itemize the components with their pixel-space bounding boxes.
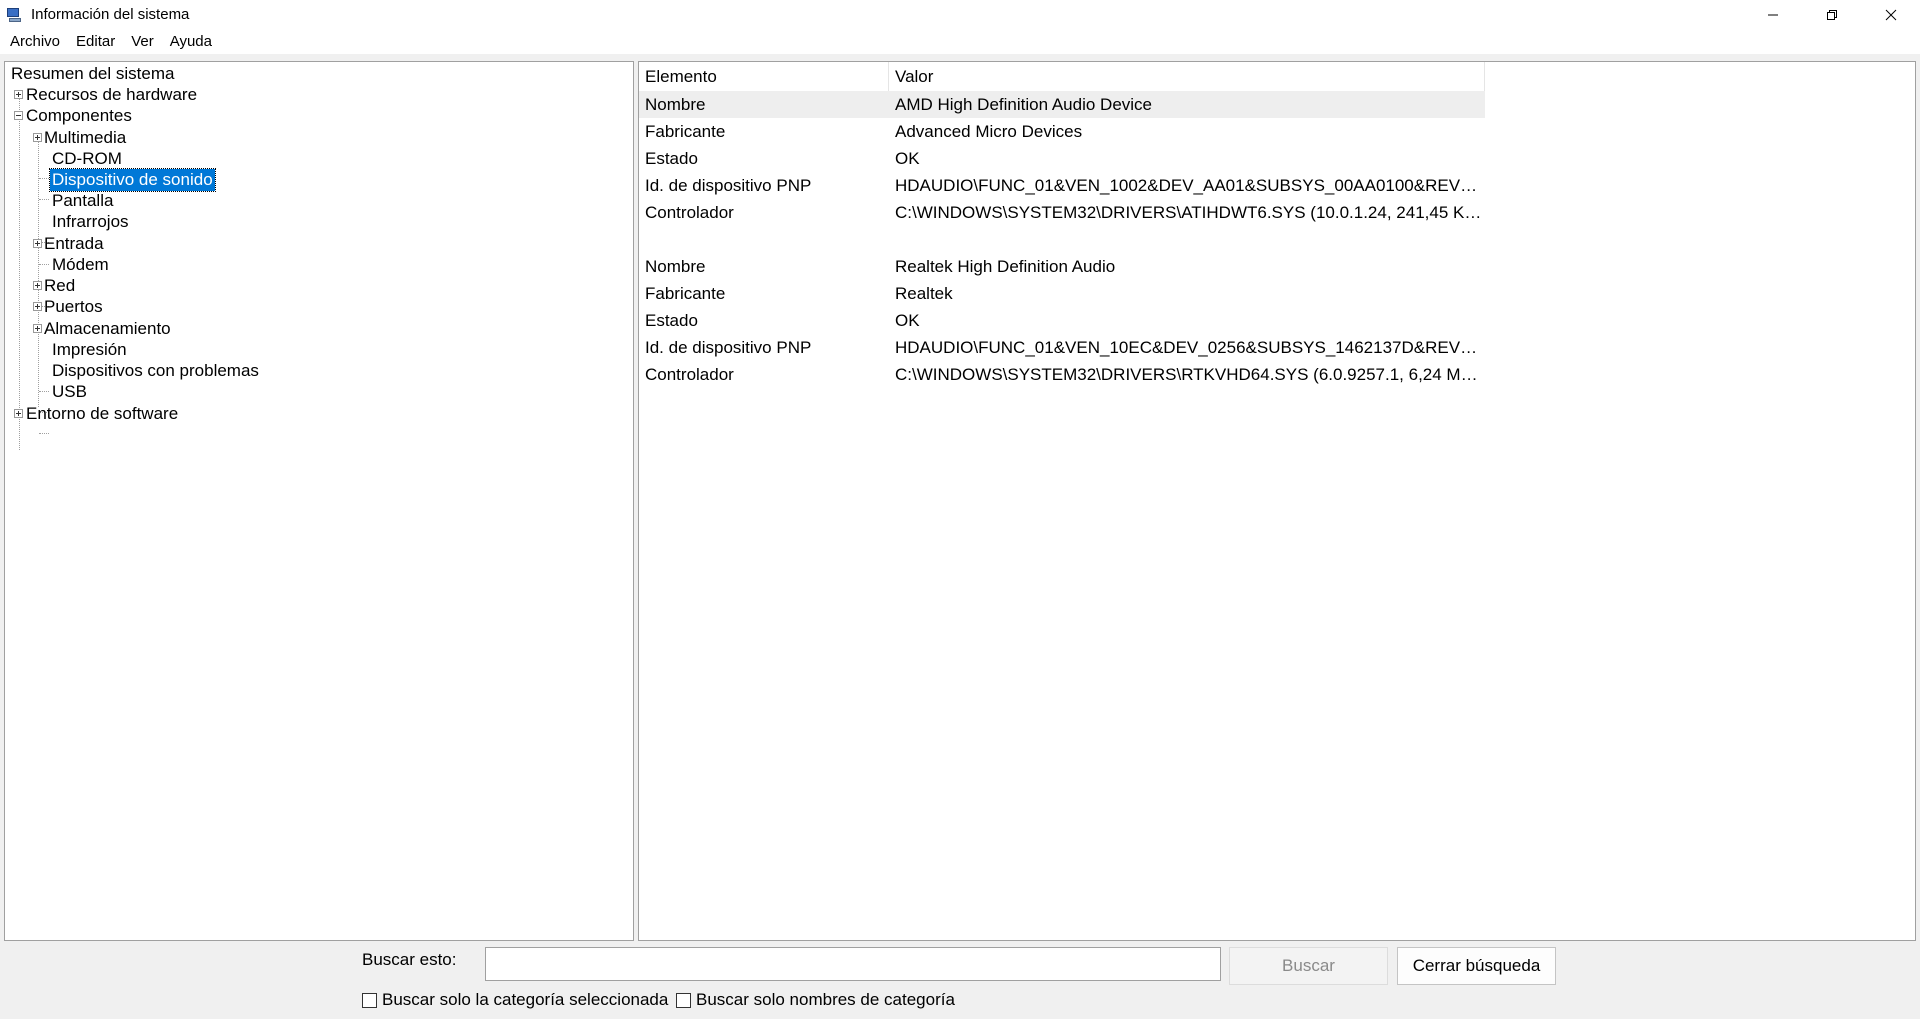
system-info-app-icon [6, 7, 22, 23]
row-value [889, 226, 1485, 253]
row-element: Fabricante [645, 284, 726, 303]
column-header-valor[interactable]: Valor [889, 62, 1485, 91]
menu-ver[interactable]: Ver [123, 29, 162, 54]
close-icon [1885, 9, 1896, 20]
tree-item-label: Pantalla [52, 191, 114, 210]
tree-item-label: Dispositivo de sonido [49, 168, 216, 192]
tree-item-componentes[interactable]: Componentes [24, 104, 134, 128]
menu-editar[interactable]: Editar [68, 29, 123, 54]
expand-plus-icon[interactable] [14, 409, 23, 418]
row-value: C:\WINDOWS\SYSTEM32\DRIVERS\RTKVHD64.SYS… [895, 365, 1485, 384]
row-element: Id. de dispositivo PNP [645, 338, 812, 357]
row-value: OK [895, 149, 920, 168]
table-row[interactable]: Nombre AMD High Definition Audio Device [639, 91, 1485, 118]
row-element: Controlador [645, 203, 734, 222]
table-row[interactable]: Id. de dispositivo PNP HDAUDIO\FUNC_01&V… [639, 172, 1485, 199]
tree-item-label: USB [52, 382, 87, 401]
tree-item-label: Módem [52, 255, 109, 274]
minimize-icon [1767, 14, 1778, 15]
tree-item-label: Infrarrojos [52, 212, 129, 231]
table-row[interactable]: Fabricante Realtek [639, 280, 1485, 307]
details-list[interactable]: Elemento Valor Nombre AMD High Definitio… [638, 61, 1916, 941]
expand-plus-icon[interactable] [33, 239, 42, 248]
tree-connector [38, 134, 39, 407]
row-element: Id. de dispositivo PNP [645, 176, 812, 195]
title-bar: Información del sistema [0, 0, 1920, 29]
menu-ayuda[interactable]: Ayuda [162, 29, 220, 54]
close-search-button[interactable]: Cerrar búsqueda [1397, 947, 1556, 985]
tree-item-label: Puertos [44, 297, 103, 316]
search-category-names-option[interactable]: Buscar solo nombres de categoría [676, 988, 955, 1012]
row-value: HDAUDIO\FUNC_01&VEN_1002&DEV_AA01&SUBSYS… [895, 176, 1485, 195]
tree-item-usb[interactable]: USB [50, 380, 89, 404]
tree-item-infrarrojos[interactable]: Infrarrojos [50, 210, 131, 234]
row-element: Nombre [645, 257, 706, 276]
row-element: Estado [645, 149, 698, 168]
table-row[interactable]: Controlador C:\WINDOWS\SYSTEM32\DRIVERS\… [639, 199, 1485, 226]
row-element: Nombre [645, 95, 706, 114]
row-element [639, 226, 889, 253]
menu-archivo[interactable]: Archivo [2, 29, 68, 54]
tree-item-label: Resumen del sistema [11, 64, 175, 83]
table-row[interactable]: Estado OK [639, 145, 1485, 172]
row-element: Controlador [645, 365, 734, 384]
table-row[interactable]: Estado OK [639, 307, 1485, 334]
expand-plus-icon[interactable] [33, 302, 42, 311]
list-header: Elemento Valor [639, 62, 1485, 91]
minimize-button[interactable] [1743, 0, 1802, 29]
row-value: Realtek [895, 284, 953, 303]
tree-connector [39, 391, 49, 392]
row-value: OK [895, 311, 920, 330]
category-tree[interactable]: Resumen del sistema Recursos de hardware… [4, 61, 634, 941]
row-element: Estado [645, 311, 698, 330]
table-row[interactable]: Controlador C:\WINDOWS\SYSTEM32\DRIVERS\… [639, 361, 1485, 388]
expand-plus-icon[interactable] [33, 281, 42, 290]
tree-connector [39, 264, 49, 265]
tree-item-label: Impresión [52, 340, 127, 359]
search-selected-category-checkbox[interactable] [362, 992, 377, 1008]
window-title: Información del sistema [31, 6, 190, 23]
tree-item-entorno-software[interactable]: Entorno de software [24, 402, 180, 426]
table-row[interactable] [639, 226, 1485, 253]
search-selected-category-option[interactable]: Buscar solo la categoría seleccionada [362, 988, 668, 1012]
tree-item-puertos[interactable]: Puertos [42, 295, 105, 319]
tree-connector [39, 199, 49, 200]
row-value: C:\WINDOWS\SYSTEM32\DRIVERS\ATIHDWT6.SYS… [895, 203, 1485, 222]
tree-item-label: Multimedia [44, 128, 127, 147]
column-header-elemento[interactable]: Elemento [639, 62, 889, 91]
search-category-names-checkbox[interactable] [676, 992, 691, 1008]
tree-item-label: Entorno de software [26, 404, 179, 423]
table-row[interactable]: Id. de dispositivo PNP HDAUDIO\FUNC_01&V… [639, 334, 1485, 361]
expand-plus-icon[interactable] [14, 90, 23, 99]
tree-item-label: CD-ROM [52, 149, 122, 168]
tree-connector [19, 92, 20, 450]
table-row[interactable]: Fabricante Advanced Micro Devices [639, 118, 1485, 145]
tree-item-label: Entrada [44, 234, 104, 253]
tree-connector [39, 178, 49, 179]
checkbox-label: Buscar solo la categoría seleccionada [382, 990, 669, 1009]
expand-plus-icon[interactable] [33, 133, 42, 142]
search-input[interactable] [485, 947, 1221, 981]
search-button[interactable]: Buscar [1229, 947, 1388, 985]
table-row[interactable]: Nombre Realtek High Definition Audio [639, 253, 1485, 280]
tree-connector [39, 433, 49, 434]
row-element: Fabricante [645, 122, 726, 141]
tree-item-label: Dispositivos con problemas [52, 361, 259, 380]
expand-plus-icon[interactable] [33, 324, 42, 333]
row-value: HDAUDIO\FUNC_01&VEN_10EC&DEV_0256&SUBSYS… [895, 338, 1485, 357]
row-value: Realtek High Definition Audio [895, 257, 1116, 276]
search-label: Buscar esto: [362, 950, 457, 969]
row-value: Advanced Micro Devices [895, 122, 1083, 141]
restore-icon [1826, 9, 1837, 20]
restore-button[interactable] [1802, 0, 1861, 29]
tree-item-label: Almacenamiento [44, 319, 171, 338]
close-button[interactable] [1861, 0, 1920, 29]
tree-item-label: Componentes [26, 106, 132, 125]
tree-item-label: Recursos de hardware [26, 85, 198, 104]
menu-bar: Archivo Editar Ver Ayuda [0, 29, 1920, 54]
tree-item-label: Red [44, 276, 76, 295]
row-value: AMD High Definition Audio Device [895, 95, 1153, 114]
checkbox-label: Buscar solo nombres de categoría [696, 990, 955, 1009]
collapse-minus-icon[interactable] [14, 111, 23, 120]
